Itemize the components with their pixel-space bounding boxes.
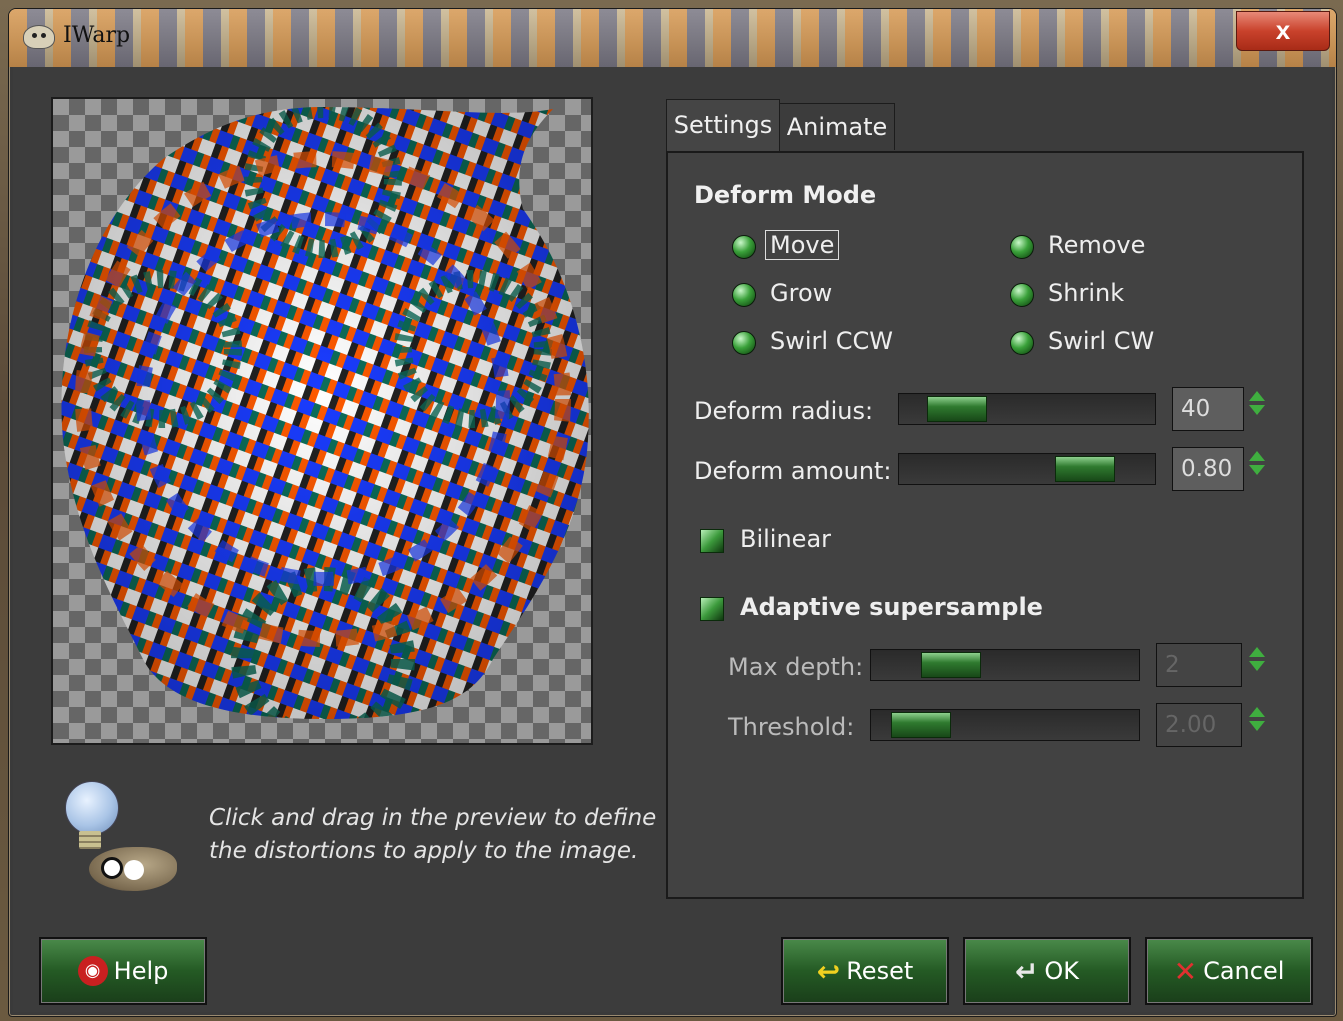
- spin-up-icon[interactable]: [1249, 391, 1265, 401]
- max-depth-label: Max depth:: [728, 653, 864, 681]
- deform-radius-input[interactable]: 40: [1172, 387, 1244, 431]
- shrink-label[interactable]: Shrink: [1048, 279, 1124, 307]
- preview-image: [61, 107, 589, 719]
- remove-radio[interactable]: [1010, 235, 1034, 259]
- window-title: IWarp: [63, 23, 131, 48]
- max-depth-spinner[interactable]: [1246, 643, 1268, 687]
- shrink-radio[interactable]: [1010, 283, 1034, 307]
- max-depth-thumb[interactable]: [921, 652, 981, 678]
- move-radio[interactable]: [732, 235, 756, 259]
- reset-button[interactable]: ↩ Reset: [781, 937, 949, 1005]
- swirl-ccw-label[interactable]: Swirl CCW: [770, 327, 893, 355]
- enter-arrow-icon: ↵: [1014, 954, 1039, 988]
- deform-radius-spinner[interactable]: [1246, 387, 1268, 431]
- spin-down-icon[interactable]: [1249, 721, 1265, 731]
- bilinear-checkbox[interactable]: [700, 529, 724, 553]
- tab-animate[interactable]: Animate: [779, 103, 895, 150]
- threshold-slider[interactable]: [870, 709, 1140, 741]
- max-depth-slider[interactable]: [870, 649, 1140, 681]
- grow-radio[interactable]: [732, 283, 756, 307]
- swirl-cw-radio[interactable]: [1010, 331, 1034, 355]
- cancel-button[interactable]: ✕ Cancel: [1145, 937, 1313, 1005]
- remove-label[interactable]: Remove: [1048, 231, 1145, 259]
- deform-amount-input[interactable]: 0.80: [1172, 447, 1244, 491]
- grow-label[interactable]: Grow: [770, 279, 832, 307]
- deform-radius-slider[interactable]: [898, 393, 1156, 425]
- cancel-button-label: Cancel: [1203, 957, 1285, 985]
- help-button[interactable]: ◉ Help: [39, 937, 207, 1005]
- threshold-spinner[interactable]: [1246, 703, 1268, 747]
- deform-amount-thumb[interactable]: [1055, 456, 1115, 482]
- spin-up-icon[interactable]: [1249, 707, 1265, 717]
- move-label[interactable]: Move: [764, 230, 840, 260]
- close-button[interactable]: x: [1236, 11, 1330, 51]
- threshold-label: Threshold:: [728, 713, 855, 741]
- hint-line-1: Click and drag in the preview to define: [209, 805, 657, 831]
- hint-line-2: the distortions to apply to the image.: [209, 838, 639, 864]
- dialog-content: Click and drag in the preview to define …: [13, 67, 1332, 1012]
- spin-up-icon[interactable]: [1249, 647, 1265, 657]
- spin-down-icon[interactable]: [1249, 465, 1265, 475]
- help-button-label: Help: [113, 957, 169, 985]
- deform-amount-label: Deform amount:: [694, 457, 892, 485]
- adaptive-supersample-label[interactable]: Adaptive supersample: [740, 593, 1043, 621]
- adaptive-supersample-checkbox[interactable]: [700, 597, 724, 621]
- preview-hint: Click and drag in the preview to define …: [209, 802, 669, 868]
- deform-amount-slider[interactable]: [898, 453, 1156, 485]
- tab-settings[interactable]: Settings: [666, 99, 780, 152]
- max-depth-input[interactable]: 2: [1156, 643, 1242, 687]
- lightbulb-base: [79, 831, 101, 849]
- lightbulb-icon: [65, 781, 119, 835]
- deform-radius-label: Deform radius:: [694, 397, 874, 425]
- spin-down-icon[interactable]: [1249, 405, 1265, 415]
- gimp-app-icon: [23, 25, 55, 49]
- cancel-x-icon: ✕: [1173, 954, 1198, 988]
- iwarp-dialog: IWarp x Click and drag in the preview to…: [8, 8, 1337, 1017]
- threshold-thumb[interactable]: [891, 712, 951, 738]
- swirl-cw-label[interactable]: Swirl CW: [1048, 327, 1154, 355]
- spin-down-icon[interactable]: [1249, 661, 1265, 671]
- wilber-mascot-icon: [89, 847, 177, 891]
- reset-button-label: Reset: [846, 957, 914, 985]
- ok-button-label: OK: [1044, 957, 1080, 985]
- deform-mode-title: Deform Mode: [694, 181, 877, 209]
- warp-preview[interactable]: [51, 97, 593, 745]
- deform-amount-spinner[interactable]: [1246, 447, 1268, 491]
- swirl-ccw-radio[interactable]: [732, 331, 756, 355]
- title-bar[interactable]: IWarp x: [9, 9, 1336, 67]
- bilinear-label[interactable]: Bilinear: [740, 525, 831, 553]
- ok-button[interactable]: ↵ OK: [963, 937, 1131, 1005]
- settings-panel: Deform Mode Move Remove Grow Shrink Swir…: [666, 151, 1304, 899]
- reset-icon: ↩: [816, 954, 841, 988]
- deform-radius-thumb[interactable]: [927, 396, 987, 422]
- spin-up-icon[interactable]: [1249, 451, 1265, 461]
- threshold-input[interactable]: 2.00: [1156, 703, 1242, 747]
- lifebuoy-icon: ◉: [77, 956, 108, 986]
